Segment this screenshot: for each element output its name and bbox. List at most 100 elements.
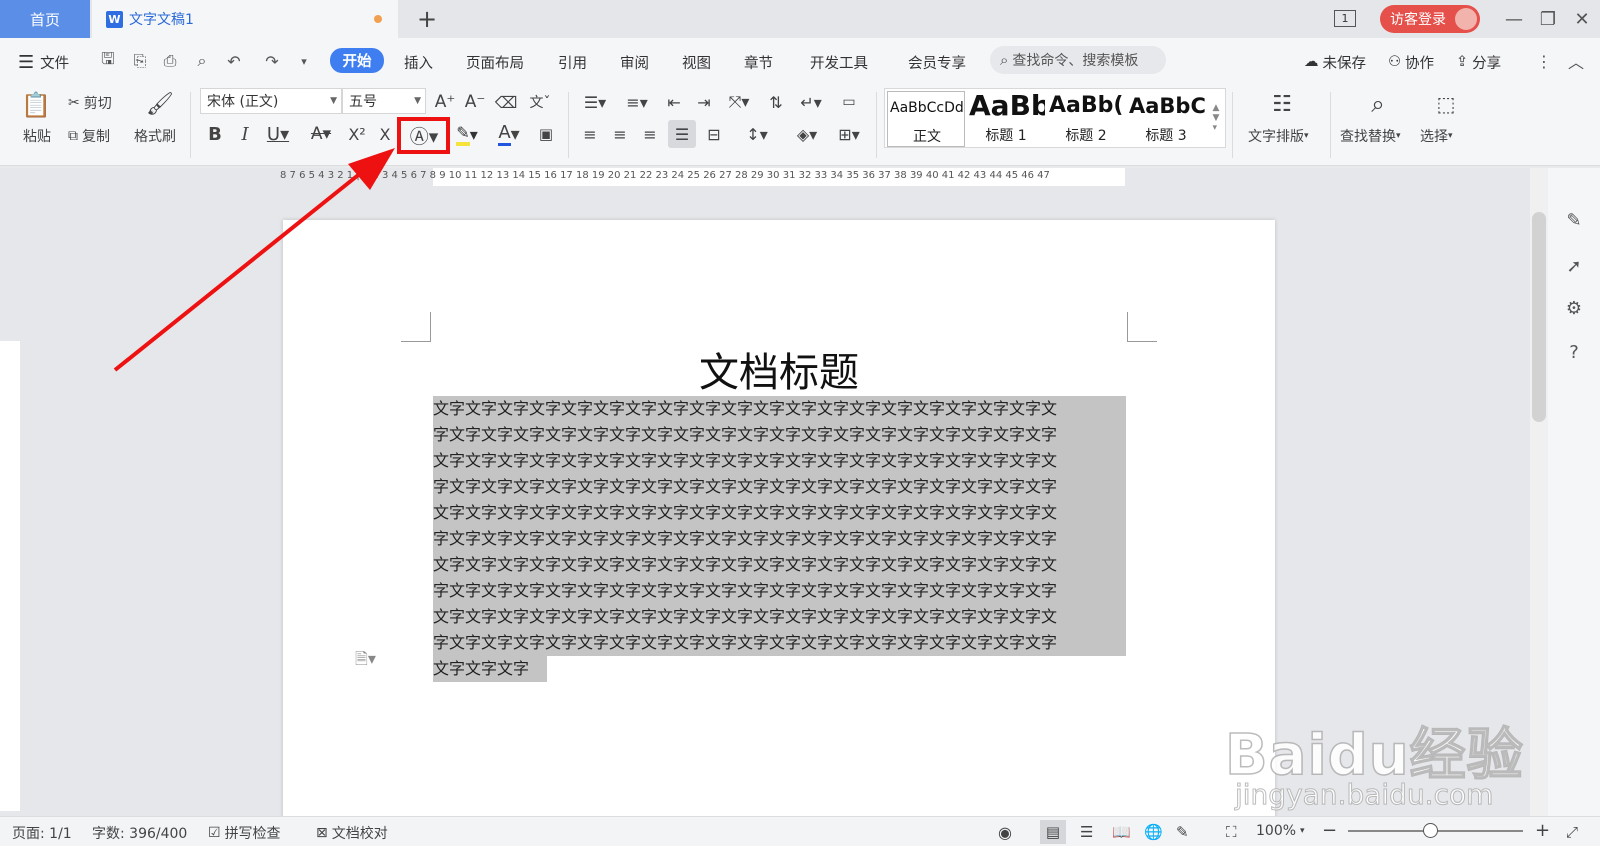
chinese-layout-icon[interactable]: ⤧▾ — [722, 90, 756, 114]
horizontal-ruler[interactable]: 8 7 6 5 4 3 2 1 | 1 2 3 4 5 6 7 8 9 10 1… — [0, 168, 1530, 186]
page-view-icon[interactable]: ▤ — [1040, 820, 1066, 844]
tab-developer[interactable]: 开发工具 — [810, 52, 868, 72]
select-icon[interactable]: ⬚ — [1428, 88, 1464, 120]
restore-icon[interactable]: ❐ — [1534, 6, 1562, 32]
zoom-level[interactable]: 100% ▾ — [1256, 823, 1305, 839]
text-line[interactable]: 字文字文字文字文字文字文字文字文字文字文字文字文字文字文字文字文字文字文字文字 — [433, 526, 1126, 552]
collab-button[interactable]: ⚇ 协作 — [1388, 52, 1434, 72]
highlight-color-icon[interactable]: ✎ ▾ — [450, 122, 484, 146]
export-icon[interactable]: ⎘ — [130, 51, 150, 70]
document-title[interactable]: 文档标题 — [283, 340, 1275, 398]
text-layout-button[interactable]: 文字排版 ▾ — [1248, 126, 1309, 146]
superscript-icon[interactable]: X² — [344, 122, 370, 146]
shading-icon[interactable]: ◈▾ — [790, 122, 824, 146]
help-icon[interactable]: ? — [1562, 340, 1586, 364]
text-line[interactable]: 字文字文字文字文字文字文字文字文字文字文字文字文字文字文字文字文字文字文字文字 — [433, 422, 1126, 448]
file-menu[interactable]: ☰ 文件 — [18, 52, 69, 73]
text-line[interactable]: 文字文字文字文字文字文字文字文字文字文字文字文字文字文字文字文字文字文字文字文 — [433, 604, 1126, 630]
document-page[interactable]: 文档标题 文字文字文字文字文字文字文字文字文字文字文字文字文字文字文字文字文字文… — [283, 220, 1275, 816]
justify-icon[interactable]: ☰ — [668, 120, 696, 148]
style-normal[interactable]: AaBbCcDd 正文 — [887, 91, 965, 147]
decrease-indent-icon[interactable]: ⇤ — [662, 90, 686, 114]
tab-start[interactable]: 开始 — [330, 48, 384, 73]
text-line[interactable]: 字文字文字文字文字文字文字文字文字文字文字文字文字文字文字文字文字文字文字文字 — [433, 630, 1126, 656]
phonetic-guide-icon[interactable]: 文ˇ — [524, 90, 556, 114]
vertical-ruler[interactable] — [0, 186, 20, 816]
sort-icon[interactable]: ⇅ — [764, 90, 788, 114]
align-right-icon[interactable]: ≡ — [638, 122, 662, 146]
cursor-icon[interactable]: ➚ — [1562, 254, 1586, 278]
find-replace-button[interactable]: 查找替换 ▾ — [1340, 126, 1401, 146]
ruler-icon[interactable]: ▭ — [836, 90, 862, 114]
align-center-icon[interactable]: ≡ — [608, 122, 632, 146]
clear-format-icon[interactable]: ⌫ — [494, 90, 518, 114]
bold-icon[interactable]: B — [204, 122, 226, 146]
zoom-in-icon[interactable]: + — [1535, 820, 1550, 841]
text-line[interactable]: 字文字文字文字文字文字文字文字文字文字文字文字文字文字文字文字文字文字文字文字 — [433, 474, 1126, 500]
quick-access-dropdown-icon[interactable]: ▾ — [294, 52, 314, 70]
increase-indent-icon[interactable]: ⇥ — [692, 90, 716, 114]
word-count[interactable]: 字数: 396/400 — [92, 823, 187, 843]
redo-icon[interactable]: ↷ — [262, 52, 282, 71]
fullscreen-icon[interactable]: ⤢ — [1566, 823, 1578, 841]
more-icon[interactable]: ⋮ — [1534, 52, 1554, 71]
paste-button[interactable]: 粘贴 — [14, 126, 60, 146]
show-marks-icon[interactable]: ↵▾ — [794, 90, 828, 114]
text-line[interactable]: 文字文字文字文字文字文字文字文字文字文字文字文字文字文字文字文字文字文字文字文 — [433, 552, 1126, 578]
pen-icon[interactable]: ✎ — [1562, 208, 1586, 232]
spell-check-button[interactable]: ☑ 拼写检查 — [208, 823, 281, 843]
text-line[interactable]: 文字文字文字文字文字文字文字文字文字文字文字文字文字文字文字文字文字文字文字文 — [433, 448, 1126, 474]
vertical-scrollbar[interactable] — [1530, 168, 1548, 816]
window-count-icon[interactable]: 1 — [1334, 10, 1356, 27]
text-line[interactable]: 字文字文字文字文字文字文字文字文字文字文字文字文字文字文字文字文字文字文字文字 — [433, 578, 1126, 604]
document-canvas[interactable]: 文档标题 文字文字文字文字文字文字文字文字文字文字文字文字文字文字文字文字文字文… — [20, 186, 1530, 816]
style-heading-2[interactable]: AaBb( 标题 2 — [1047, 91, 1125, 147]
web-view-icon[interactable]: 🌐 — [1144, 823, 1163, 841]
tab-insert[interactable]: 插入 — [404, 52, 433, 72]
style-heading-3[interactable]: AaBbC 标题 3 — [1127, 91, 1205, 147]
zoom-out-icon[interactable]: − — [1322, 820, 1337, 841]
font-size-select[interactable]: 五号 ▼ — [342, 88, 426, 114]
reading-view-icon[interactable]: 📖 — [1112, 823, 1131, 841]
save-icon[interactable]: 🖫 — [98, 49, 118, 70]
tab-references[interactable]: 引用 — [558, 52, 587, 72]
shrink-font-icon[interactable]: A⁻ — [462, 90, 488, 114]
distributed-align-icon[interactable]: ⊟ — [702, 122, 726, 146]
fit-page-icon[interactable]: ⛶ — [1226, 823, 1237, 841]
paste-icon[interactable]: 📋 — [16, 90, 56, 120]
text-line[interactable]: 文字文字文字文字文字文字文字文字文字文字文字文字文字文字文字文字文字文字文字文 — [433, 500, 1126, 526]
char-border-icon[interactable]: ▣ — [534, 122, 558, 146]
tab-view[interactable]: 视图 — [682, 52, 711, 72]
undo-icon[interactable]: ↶ — [224, 52, 244, 71]
scrollbar-thumb[interactable] — [1532, 212, 1546, 422]
text-line[interactable]: 文字文字文字文字文字文字文字文字文字文字文字文字文字文字文字文字文字文字文字文 — [433, 396, 1126, 422]
font-color-icon[interactable]: A ▾ — [492, 122, 526, 146]
cut-button[interactable]: ✂ 剪切 — [68, 92, 112, 114]
subscript-icon[interactable]: X — [374, 122, 396, 146]
tab-home[interactable]: 首页 — [0, 0, 90, 38]
find-replace-icon[interactable]: ⌕ — [1358, 88, 1398, 120]
numbered-list-icon[interactable]: ≡▾ — [620, 90, 654, 114]
collapse-ribbon-icon[interactable]: ︿ — [1566, 52, 1586, 72]
settings-sliders-icon[interactable]: ⚙ — [1562, 296, 1586, 320]
print-preview-icon[interactable]: ⌕ — [192, 51, 212, 70]
line-spacing-icon[interactable]: ↕▾ — [740, 122, 774, 146]
align-left-icon[interactable]: ≡ — [578, 122, 602, 146]
zoom-slider-handle[interactable] — [1423, 823, 1438, 838]
tab-review[interactable]: 审阅 — [620, 52, 649, 72]
login-button[interactable]: 访客登录 — [1380, 5, 1480, 33]
outline-view-icon[interactable]: ☰ — [1080, 823, 1093, 841]
tab-member[interactable]: 会员专享 — [908, 52, 966, 72]
grow-font-icon[interactable]: A⁺ — [432, 90, 458, 114]
unsaved-status[interactable]: ☁ 未保存 — [1304, 52, 1366, 72]
italic-icon[interactable]: I — [234, 122, 256, 146]
text-line[interactable]: 文字文字文字 — [433, 656, 547, 682]
document-body[interactable]: 文字文字文字文字文字文字文字文字文字文字文字文字文字文字文字文字文字文字文字文 … — [433, 396, 1126, 682]
close-icon[interactable]: ✕ — [1568, 6, 1596, 32]
print-icon[interactable]: ⎙ — [160, 51, 180, 70]
underline-icon[interactable]: U▾ — [262, 122, 294, 146]
command-search-input[interactable]: ⌕ 查找命令、搜索模板 — [990, 46, 1166, 74]
paragraph-options-icon[interactable]: 🗎▾ — [355, 648, 376, 675]
tab-chapter[interactable]: 章节 — [744, 52, 773, 72]
select-button[interactable]: 选择 ▾ — [1420, 126, 1453, 146]
